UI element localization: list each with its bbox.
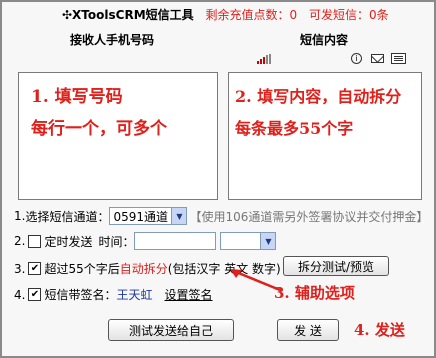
chevron-down-icon[interactable]: ▼	[260, 233, 276, 249]
mail-icon[interactable]	[371, 54, 384, 63]
step3-annotation: 3. 辅助选项	[274, 284, 355, 302]
signature-checkbox[interactable]: ✔	[28, 288, 42, 301]
time-select[interactable]: ▼	[220, 232, 277, 250]
set-signature-link[interactable]: 设置签名	[164, 286, 212, 303]
schedule-label: 定时发送	[44, 234, 93, 249]
phone-line-2: 每行一个，可多个	[31, 119, 167, 139]
row1-number: 1.	[14, 209, 26, 223]
content-header: 短信内容	[300, 33, 349, 47]
split-label-a: 超过55个字后	[44, 262, 120, 276]
schedule-row: 2. 定时发送 时间： ▼	[14, 232, 277, 250]
split-checkbox[interactable]: ✔	[28, 262, 42, 275]
date-input[interactable]	[134, 232, 217, 250]
phone-header: 接收人手机号码	[70, 33, 155, 47]
channel-label: 选择短信通道：	[25, 209, 110, 224]
signal-icon	[257, 54, 271, 64]
sms-tool-window: ✣XToolsCRM短信工具 剩余充值点数：0 可发短信：0条 接收人手机号码 …	[0, 0, 436, 358]
split-label-b: 自动拆分	[119, 262, 168, 276]
balance-points: 剩余充值点数：0	[205, 8, 298, 22]
signature-name: 王天虹	[116, 288, 153, 302]
channel-row: 1. 选择短信通道： 0591通道 ▼ 【使用106通道需另外签署协议并交付押金…	[14, 207, 428, 225]
row4-number: 4.	[14, 287, 26, 302]
app-title: ✣XToolsCRM短信工具	[62, 8, 194, 22]
schedule-checkbox[interactable]	[28, 234, 42, 248]
send-button[interactable]: 发 送	[277, 319, 339, 341]
signature-label: 短信带签名：	[44, 288, 117, 302]
time-label: 时间：	[98, 234, 135, 249]
chevron-down-icon[interactable]: ▼	[171, 208, 187, 224]
row3-number: 3.	[14, 261, 26, 276]
phone-line-1: 1. 填写号码	[31, 87, 123, 107]
card-icon[interactable]	[391, 53, 406, 64]
test-send-button[interactable]: 测试发送给自己	[108, 319, 234, 341]
title-bar: ✣XToolsCRM短信工具 剩余充值点数：0 可发短信：0条	[62, 6, 389, 23]
row2-number: 2.	[14, 234, 26, 248]
content-line-2: 每条最多55个字	[235, 119, 354, 138]
content-line-1: 2. 填写内容，自动拆分	[235, 87, 402, 106]
channel-hint: 【使用106通道需另外签署协议并交付押金】	[189, 209, 429, 224]
channel-value: 0591通道	[113, 209, 169, 224]
sendable-count: 可发短信：0条	[308, 8, 389, 22]
split-preview-button[interactable]: 拆分测试/预览	[283, 256, 389, 276]
info-icon[interactable]: i	[351, 53, 362, 64]
step4-annotation: 4. 发送	[354, 321, 405, 339]
channel-select[interactable]: 0591通道 ▼	[109, 207, 188, 225]
signature-row: 4. ✔ 短信带签名： 王天虹 设置签名	[14, 286, 213, 303]
